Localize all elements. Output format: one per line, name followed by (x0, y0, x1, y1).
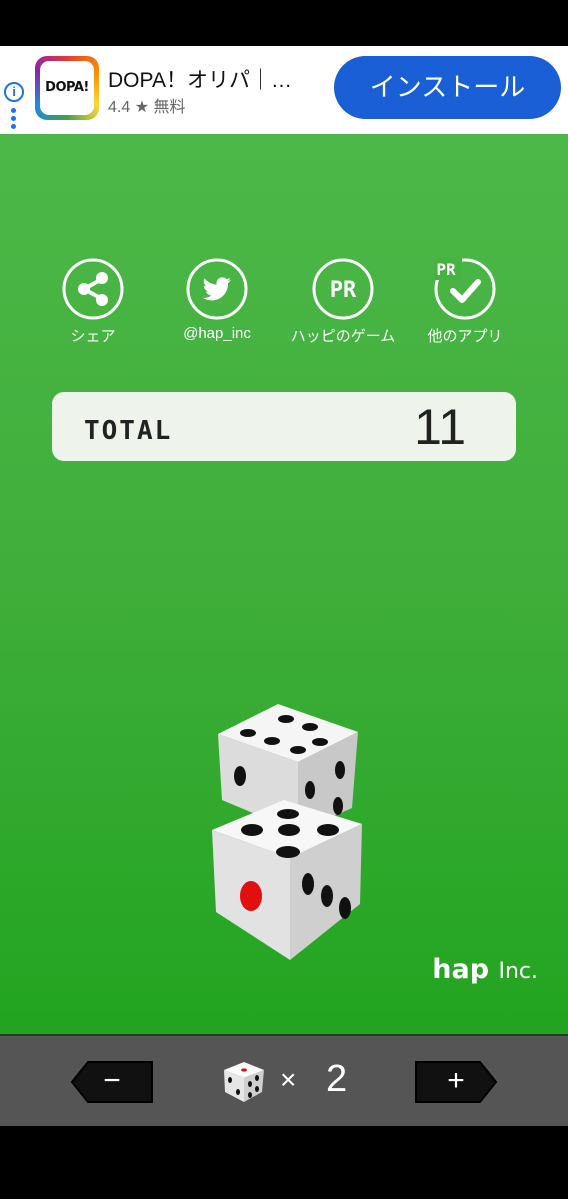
ad-rating-line: 4.4 ★ 無料 (108, 93, 186, 117)
share-button[interactable]: シェア (38, 258, 148, 346)
share-icon (62, 258, 124, 320)
decrease-dice-button[interactable]: − (70, 1060, 154, 1104)
bottom-toolbar: − × 2 + (0, 1034, 568, 1126)
more-options-icon[interactable] (11, 108, 17, 132)
ad-rating: 4.4 (108, 99, 131, 116)
brand-logo: hap Inc. (432, 954, 538, 985)
ad-price: 無料 (153, 99, 186, 116)
total-value: 11 (414, 399, 466, 455)
die-icon (224, 1062, 264, 1102)
ad-app-logo[interactable]: DOPA! (35, 56, 99, 120)
brand-suffix: Inc. (498, 959, 538, 984)
star-icon: ★ (134, 99, 150, 116)
status-bar (0, 0, 568, 46)
increase-dice-button[interactable]: + (414, 1060, 498, 1104)
ad-logo-text: DOPA! (40, 61, 94, 115)
hap-games-label: ハッピのゲーム (290, 328, 396, 345)
total-panel: TOTAL 11 (52, 392, 516, 461)
twitter-icon (186, 258, 248, 320)
pr-badge-text: PR (436, 260, 456, 279)
other-apps-button[interactable]: PR 他のアプリ (410, 258, 520, 346)
times-sign: × (280, 1064, 297, 1095)
dice-count-display: × 2 (220, 1056, 360, 1108)
brand-main: hap (432, 954, 490, 985)
die-front (212, 800, 362, 960)
pr-icon: PR (312, 258, 374, 320)
twitter-button[interactable]: @hap_inc (162, 258, 272, 342)
minus-icon: − (103, 1064, 121, 1097)
pr-text: PR (330, 278, 357, 303)
plus-icon: + (447, 1064, 465, 1097)
info-icon[interactable]: i (4, 82, 24, 102)
other-apps-label: 他のアプリ (427, 328, 503, 345)
twitter-label: @hap_inc (183, 325, 251, 342)
dice-count-value: 2 (326, 1058, 348, 1100)
pr-check-icon: PR (434, 258, 496, 320)
ad-banner[interactable]: i DOPA! DOPA！オリパ｜… 4.4 ★ 無料 インストール (0, 46, 568, 134)
install-button[interactable]: インストール (334, 56, 561, 119)
share-label: シェア (70, 328, 116, 345)
navigation-bar (0, 1126, 568, 1199)
game-area: シェア @hap_inc PR ハッピのゲーム PR 他のアプリ TOTAL 1… (0, 134, 568, 1034)
total-label: TOTAL (84, 416, 173, 446)
dice-roll-area[interactable] (200, 704, 380, 964)
hap-games-button[interactable]: PR ハッピのゲーム (288, 258, 398, 346)
ad-title[interactable]: DOPA！オリパ｜… (108, 64, 292, 94)
